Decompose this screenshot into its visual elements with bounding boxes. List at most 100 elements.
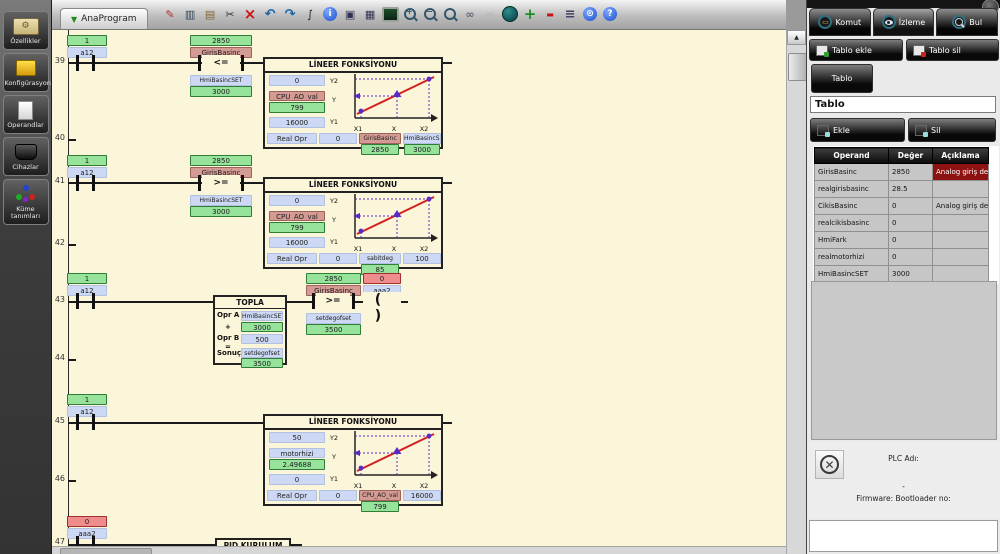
cell-operand[interactable]: HmiBasincSET bbox=[815, 266, 889, 283]
ladder-canvas[interactable]: 39 40 41 42 43 44 45 46 47 1 a12 285 bbox=[52, 30, 786, 554]
add-row-button[interactable]: Ekle bbox=[810, 118, 905, 142]
linear-function-block-2[interactable]: LİNEER FONKSİYONU 0 CPU_AO_val 799 16000… bbox=[263, 177, 443, 269]
copy-icon[interactable]: ▥ bbox=[182, 6, 199, 23]
cell-desc[interactable]: Analog giriş değeri bbox=[933, 198, 989, 215]
undo-icon[interactable]: ↶ bbox=[262, 6, 279, 23]
operand-value[interactable]: 3000 bbox=[190, 206, 252, 217]
redo-icon[interactable]: ↷ bbox=[282, 6, 299, 23]
col-aciklama[interactable]: Açıklama bbox=[933, 148, 989, 164]
list-icon[interactable]: ≡ bbox=[562, 6, 579, 23]
cut-icon[interactable]: ✂ bbox=[222, 6, 239, 23]
vertical-scrollbar[interactable]: ▲ bbox=[786, 30, 806, 554]
cell-desc[interactable] bbox=[933, 266, 989, 283]
scroll-up-arrow-icon[interactable]: ▲ bbox=[787, 30, 806, 45]
table-row[interactable]: HmiBasincSET 3000 bbox=[815, 266, 989, 283]
contact-name[interactable]: a12 bbox=[67, 47, 107, 58]
contact-name[interactable]: aaa2 bbox=[67, 528, 107, 539]
y2-value[interactable]: 0 bbox=[269, 195, 325, 206]
topla-add-block[interactable]: TOPLA Opr A HmiBasincSET + 3000 Opr B 50… bbox=[213, 295, 287, 365]
contact-value[interactable]: 0 bbox=[67, 516, 107, 527]
save-all-icon[interactable]: ▦ bbox=[362, 6, 379, 23]
sonuc-operand[interactable]: setdegofset bbox=[241, 348, 283, 358]
real-opr-label[interactable]: Real Opr bbox=[267, 253, 317, 264]
cell-desc[interactable]: Analog giriş değeri bbox=[933, 164, 989, 181]
table-row[interactable]: GirisBasinc 2850 Analog giriş değeri bbox=[815, 164, 989, 181]
cell-value[interactable]: 28.5 bbox=[889, 181, 933, 198]
table-name-input[interactable] bbox=[810, 96, 996, 113]
sidebar-item-ozellikler[interactable]: ⚙ Özellikler bbox=[3, 11, 49, 50]
x2-value[interactable]: 100 bbox=[403, 253, 441, 264]
y2-value[interactable]: 0 bbox=[269, 75, 325, 86]
add-icon[interactable]: + bbox=[522, 6, 539, 23]
cell-desc[interactable] bbox=[933, 232, 989, 249]
y1-value[interactable]: 16000 bbox=[269, 237, 325, 248]
contact-value[interactable]: 1 bbox=[67, 273, 107, 284]
real-opr-label[interactable]: Real Opr bbox=[267, 133, 317, 144]
transfer-tool-icon[interactable]: ✎ bbox=[162, 6, 179, 23]
x2-value[interactable]: 3000 bbox=[404, 144, 440, 155]
y-operand[interactable]: CPU_AO_val bbox=[269, 91, 325, 101]
cell-value[interactable]: 0 bbox=[889, 215, 933, 232]
table-add-button[interactable]: Tablo ekle bbox=[809, 39, 903, 61]
operand-name[interactable]: HmiBasincSET bbox=[190, 75, 252, 86]
tab-komut[interactable]: ▭ Komut bbox=[809, 8, 871, 36]
paste-icon[interactable]: ▤ bbox=[202, 6, 219, 23]
cell-value[interactable]: 0 bbox=[889, 198, 933, 215]
cell-value[interactable]: 0 bbox=[889, 249, 933, 266]
operand-value[interactable]: 2850 bbox=[190, 155, 252, 166]
cell-operand[interactable]: GirisBasinc bbox=[815, 164, 889, 181]
y-value[interactable]: 2.49688 bbox=[269, 459, 325, 470]
save-icon[interactable]: ▣ bbox=[342, 6, 359, 23]
cell-operand[interactable]: realcikisbasinc bbox=[815, 215, 889, 232]
cell-desc[interactable] bbox=[933, 181, 989, 198]
zoom-icon[interactable] bbox=[442, 6, 459, 23]
link-icon[interactable]: ∞ bbox=[462, 6, 479, 23]
x2-operand[interactable]: HmiBasincSET bbox=[403, 133, 441, 144]
sidebar-item-operandlar[interactable]: Operandlar bbox=[3, 95, 49, 134]
x1-value[interactable]: 0 bbox=[319, 253, 357, 264]
table-row[interactable]: CikisBasinc 0 Analog giriş değeri bbox=[815, 198, 989, 215]
delete-row-button[interactable]: Sil bbox=[908, 118, 996, 142]
col-operand[interactable]: Operand bbox=[815, 148, 889, 164]
info-icon[interactable]: i bbox=[322, 6, 339, 23]
real-opr-label[interactable]: Real Opr bbox=[267, 490, 317, 501]
y-value[interactable]: 799 bbox=[269, 222, 325, 233]
operand-name[interactable]: setdegofset bbox=[306, 313, 361, 324]
contact-value[interactable]: 1 bbox=[67, 155, 107, 166]
table-row[interactable]: realmotorhizi 0 bbox=[815, 249, 989, 266]
program-tab[interactable]: ▼ AnaProgram bbox=[60, 8, 148, 29]
opr-b-value[interactable]: 500 bbox=[241, 334, 283, 344]
operand-value[interactable]: 2850 bbox=[190, 35, 252, 46]
opr-a-operand[interactable]: HmiBasincSET bbox=[241, 311, 283, 321]
cell-value[interactable]: 0 bbox=[889, 232, 933, 249]
sonuc-value[interactable]: 3500 bbox=[241, 358, 283, 368]
y2-value[interactable]: 50 bbox=[269, 432, 325, 443]
tab-tablo[interactable]: Tablo bbox=[811, 64, 873, 93]
horizontal-scrollbar[interactable] bbox=[52, 546, 786, 554]
table-delete-button[interactable]: Tablo sil bbox=[906, 39, 999, 61]
contact-name[interactable]: a12 bbox=[67, 285, 107, 296]
tab-izleme[interactable]: İzleme bbox=[873, 8, 935, 36]
y1-value[interactable]: 0 bbox=[269, 474, 325, 485]
operand-value[interactable]: 3500 bbox=[306, 324, 361, 335]
table-row[interactable]: realcikisbasinc 0 bbox=[815, 215, 989, 232]
operand-value[interactable]: 2850 bbox=[306, 273, 361, 284]
coil-value[interactable]: 0 bbox=[363, 273, 401, 284]
x-value[interactable]: 799 bbox=[361, 501, 399, 512]
y-operand[interactable]: motorhizi bbox=[269, 448, 325, 458]
operand-value[interactable]: 3000 bbox=[190, 86, 252, 97]
cell-operand[interactable]: CikisBasinc bbox=[815, 198, 889, 215]
cell-operand[interactable]: HmiFark bbox=[815, 232, 889, 249]
contact-value[interactable]: 1 bbox=[67, 394, 107, 405]
contact-name[interactable]: a12 bbox=[67, 406, 107, 417]
zoom-in-icon[interactable]: + bbox=[402, 6, 419, 23]
col-deger[interactable]: Değer bbox=[889, 148, 933, 164]
cell-operand[interactable]: realmotorhizi bbox=[815, 249, 889, 266]
sidebar-item-konfigurasyon[interactable]: Konfigürasyon bbox=[3, 53, 49, 92]
linear-function-block-1[interactable]: LİNEER FONKSİYONU 0 CPU_AO_val 799 16000… bbox=[263, 57, 443, 149]
sidebar-item-cihazlar[interactable]: Cihazlar bbox=[3, 137, 49, 176]
x2-value[interactable]: 16000 bbox=[403, 490, 441, 501]
x1-value[interactable]: 0 bbox=[319, 133, 357, 144]
x-operand[interactable]: CPU_AO_val bbox=[359, 490, 401, 501]
cell-operand[interactable]: realgirisbasinc bbox=[815, 181, 889, 198]
